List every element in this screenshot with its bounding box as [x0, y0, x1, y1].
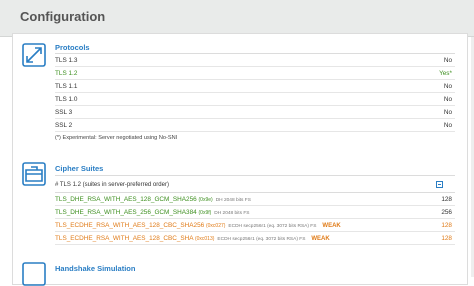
cipher-meta: ECDH secp256r1 (eq. 3072 bits RSA) FS	[228, 224, 317, 229]
cipher-code: (0xc027)	[205, 223, 226, 229]
collapse-icon[interactable]	[436, 181, 443, 188]
cipher-code: (0x9e)	[198, 197, 213, 203]
cipher-row: TLS_ECDHE_RSA_WITH_AES_128_CBC_SHA256 (0…	[55, 219, 455, 232]
protocols-title: Protocols	[55, 43, 90, 52]
protocol-row: TLS 1.3 No	[55, 54, 455, 67]
protocol-row: TLS 1.1 No	[55, 80, 455, 93]
cipher-row: TLS_DHE_RSA_WITH_AES_128_GCM_SHA256 (0x9…	[55, 193, 455, 206]
protocol-row: SSL 3 No	[55, 106, 455, 119]
protocols-expand-icon	[22, 43, 46, 67]
cipher-name: TLS_DHE_RSA_WITH_AES_256_GCM_SHA384	[55, 209, 197, 216]
cipher-meta: ECDH secp256r1 (eq. 3072 bits RSA) FS	[217, 237, 306, 242]
cipher-name: TLS_ECDHE_RSA_WITH_AES_128_CBC_SHA256	[55, 222, 205, 229]
handshake-title: Handshake Simulation	[55, 264, 136, 273]
protocols-note: (*) Experimental: Server negotiated usin…	[55, 135, 178, 141]
weak-badge: WEAK	[311, 236, 330, 242]
cipher-row: TLS_DHE_RSA_WITH_AES_256_GCM_SHA384 (0x9…	[55, 206, 455, 219]
protocol-row: TLS 1.2 Yes*	[55, 67, 455, 80]
cipher-meta: DH 2048 bits FS	[214, 211, 250, 216]
cipher-code: (0xc013)	[194, 236, 215, 242]
cipher-name: TLS_DHE_RSA_WITH_AES_128_GCM_SHA256	[55, 196, 197, 203]
cipher-suites-bag-icon	[22, 162, 46, 186]
cipher-code: (0x9f)	[198, 210, 212, 216]
header-bar: Configuration	[0, 0, 474, 37]
cipher-suites-divider	[55, 175, 455, 176]
protocol-row: TLS 1.0 No	[55, 93, 455, 106]
handshake-icon	[22, 262, 46, 286]
cipher-name: TLS_ECDHE_RSA_WITH_AES_128_CBC_SHA	[55, 235, 194, 242]
tls12-suites-header-label: # TLS 1.2 (suites in server-preferred or…	[55, 182, 169, 188]
protocol-row: SSL 2 No	[55, 119, 455, 132]
page-title: Configuration	[20, 9, 106, 24]
cipher-suites-title: Cipher Suites	[55, 164, 104, 173]
cipher-meta: DH 2048 bits FS	[215, 198, 251, 203]
weak-badge: WEAK	[322, 223, 341, 229]
cipher-row: TLS_ECDHE_RSA_WITH_AES_128_CBC_SHA (0xc0…	[55, 232, 455, 245]
tls12-suites-header[interactable]: # TLS 1.2 (suites in server-preferred or…	[55, 179, 455, 192]
